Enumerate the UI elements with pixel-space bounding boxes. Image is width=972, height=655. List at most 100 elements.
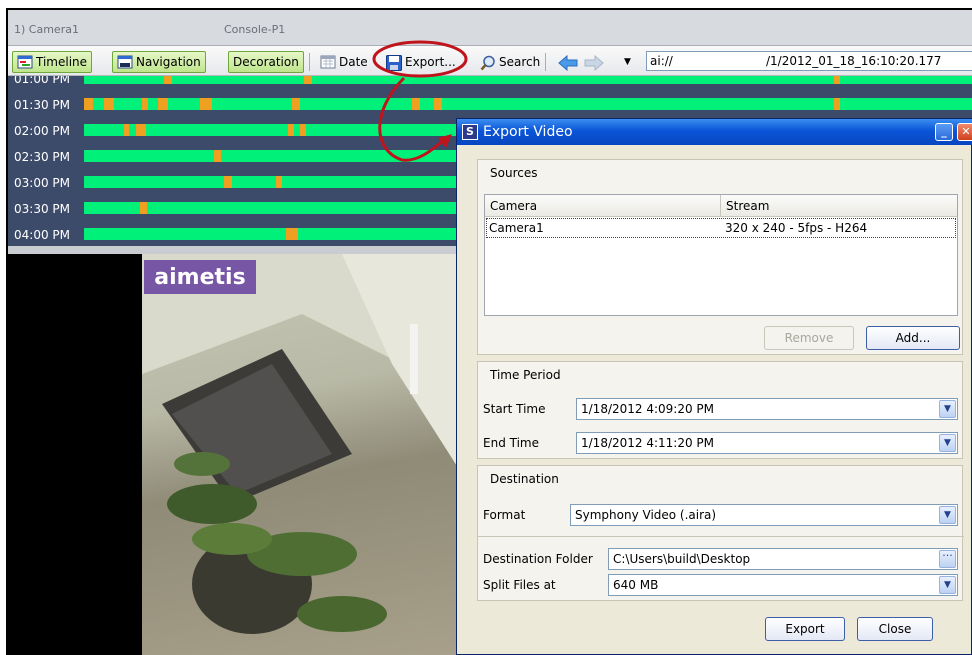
- end-time-label: End Time: [483, 436, 539, 450]
- chevron-down-icon[interactable]: ▼: [939, 506, 956, 524]
- date-button[interactable]: Date: [316, 51, 372, 73]
- timeline-row-label: 01:30 PM: [14, 98, 70, 112]
- chevron-down-icon: ▼: [624, 57, 631, 67]
- date-button-label: Date: [339, 55, 368, 69]
- format-select[interactable]: Symphony Video (.aira) ▼: [570, 504, 958, 526]
- timeline-button-label: Timeline: [36, 55, 88, 69]
- section-divider: [478, 536, 964, 537]
- forward-arrow-icon: [584, 54, 604, 72]
- navigation-button[interactable]: Navigation: [112, 51, 206, 73]
- export-button-label: Export...: [405, 55, 456, 69]
- table-cell-stream: 320 x 240 - 5fps - H264: [725, 221, 868, 235]
- split-files-label: Split Files at: [483, 578, 556, 592]
- search-icon: [480, 55, 496, 71]
- format-label: Format: [483, 508, 526, 522]
- timeline-row-label: 01:00 PM: [14, 76, 70, 86]
- event-mark: [142, 98, 148, 110]
- start-time-value: 1/18/2012 4:09:20 PM: [581, 402, 715, 416]
- event-mark: [164, 76, 172, 84]
- destination-folder-value: C:\Users\build\Desktop: [613, 552, 751, 566]
- decoration-button-label: Decoration: [233, 55, 299, 69]
- split-size-value: 640 MB: [613, 578, 659, 592]
- event-mark: [104, 98, 114, 110]
- destination-folder-label: Destination Folder: [483, 552, 593, 566]
- timeline-button[interactable]: Timeline: [12, 51, 93, 73]
- end-time-value: 1/18/2012 4:11:20 PM: [581, 436, 715, 450]
- event-mark: [224, 176, 232, 188]
- timeline-row-label: 02:00 PM: [14, 124, 70, 138]
- event-mark: [300, 124, 306, 136]
- column-header-camera[interactable]: Camera: [485, 195, 721, 217]
- time-period-section: Time Period Start Time 1/18/2012 4:09:20…: [477, 361, 963, 459]
- forward-arrow-button: [580, 51, 604, 73]
- close-button[interactable]: Close: [857, 617, 933, 641]
- back-arrow-icon: [558, 54, 578, 72]
- calendar-icon: [320, 55, 336, 69]
- dialog-title-bar[interactable]: S Export Video _ ✕: [457, 119, 972, 145]
- destination-section: Destination Format Symphony Video (.aira…: [477, 465, 964, 601]
- event-mark: [214, 150, 221, 162]
- event-mark: [136, 124, 146, 136]
- address-field[interactable]: ai:// /1/2012_01_18_16:10:20.177: [646, 51, 972, 71]
- timeline-row: 01:30 PM: [8, 93, 972, 117]
- timeline-row-label: 04:00 PM: [14, 228, 70, 242]
- timeline-row-label: 02:30 PM: [14, 150, 70, 164]
- dialog-title: Export Video: [483, 124, 573, 140]
- timeline-row-label: 03:30 PM: [14, 202, 70, 216]
- event-mark: [412, 98, 420, 110]
- event-mark: [292, 98, 300, 110]
- table-cell-camera: Camera1: [489, 221, 544, 235]
- timeline-row: 01:00 PM: [8, 76, 972, 91]
- toolbar-separator: [309, 53, 310, 71]
- event-mark: [834, 76, 840, 84]
- chevron-down-icon[interactable]: ▼: [939, 434, 956, 452]
- format-value: Symphony Video (.aira): [575, 508, 717, 522]
- search-button[interactable]: Search: [476, 51, 544, 73]
- decoration-button[interactable]: Decoration: [228, 51, 304, 73]
- event-mark: [288, 124, 294, 136]
- chevron-down-icon[interactable]: ▼: [939, 576, 956, 594]
- back-arrow-button[interactable]: [554, 51, 578, 73]
- start-time-picker[interactable]: 1/18/2012 4:09:20 PM ▼: [576, 398, 958, 420]
- event-mark: [140, 202, 147, 214]
- event-mark: [434, 98, 442, 110]
- event-mark: [124, 124, 129, 136]
- browse-ellipsis-icon[interactable]: ···: [939, 550, 956, 568]
- export-video-dialog: S Export Video _ ✕ Sources Camera Stream…: [456, 118, 972, 655]
- event-mark: [286, 228, 298, 240]
- event-mark: [84, 98, 93, 110]
- start-time-label: Start Time: [483, 402, 546, 416]
- floppy-disk-icon: [386, 55, 402, 71]
- chevron-down-icon[interactable]: ▼: [939, 400, 956, 418]
- search-button-label: Search: [499, 55, 541, 69]
- split-size-select[interactable]: 640 MB ▼: [608, 574, 958, 596]
- tab-console-p1[interactable]: Console-P1: [224, 23, 285, 39]
- camera-video-frame: aimetis: [142, 254, 462, 655]
- sources-table[interactable]: Camera Stream Camera1 320 x 240 - 5fps -…: [484, 194, 958, 316]
- event-mark: [834, 98, 840, 110]
- address-scheme: ai://: [650, 54, 673, 68]
- close-icon[interactable]: ✕: [957, 123, 972, 141]
- remove-button[interactable]: Remove: [764, 326, 854, 350]
- history-dropdown-button[interactable]: ▼: [620, 51, 635, 73]
- column-header-stream[interactable]: Stream: [721, 195, 957, 217]
- sources-heading: Sources: [490, 166, 538, 180]
- sources-section: Sources Camera Stream Camera1 320 x 240 …: [477, 159, 963, 355]
- tab-camera1[interactable]: 1) Camera1: [14, 23, 79, 39]
- toolbar-separator: [545, 53, 546, 71]
- navigation-button-label: Navigation: [136, 55, 201, 69]
- export-button[interactable]: Export...: [382, 51, 460, 73]
- tab-strip: 1) Camera1 Console-P1: [8, 10, 972, 46]
- navigation-icon: [117, 55, 133, 69]
- export-confirm-button[interactable]: Export: [765, 617, 845, 641]
- minimize-button[interactable]: _: [935, 123, 953, 141]
- add-button[interactable]: Add...: [866, 326, 960, 350]
- video-scene-image: [142, 254, 462, 634]
- event-mark: [304, 76, 312, 84]
- end-time-picker[interactable]: 1/18/2012 4:11:20 PM ▼: [576, 432, 958, 454]
- toolbar: Timeline Navigation Decoration Date Expo…: [8, 46, 972, 76]
- address-path: /1/2012_01_18_16:10:20.177: [766, 54, 942, 68]
- time-period-heading: Time Period: [490, 368, 561, 382]
- event-mark: [158, 98, 168, 110]
- destination-folder-field[interactable]: C:\Users\build\Desktop ···: [608, 548, 958, 570]
